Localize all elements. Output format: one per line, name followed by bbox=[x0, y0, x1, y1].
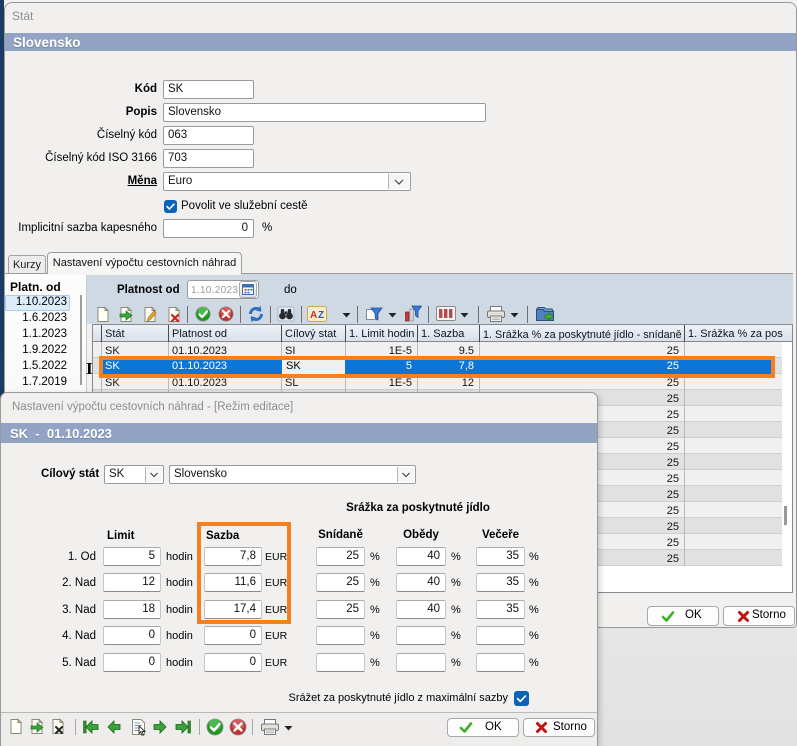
svg-text:Z: Z bbox=[318, 310, 324, 321]
svg-text:A: A bbox=[310, 310, 317, 321]
